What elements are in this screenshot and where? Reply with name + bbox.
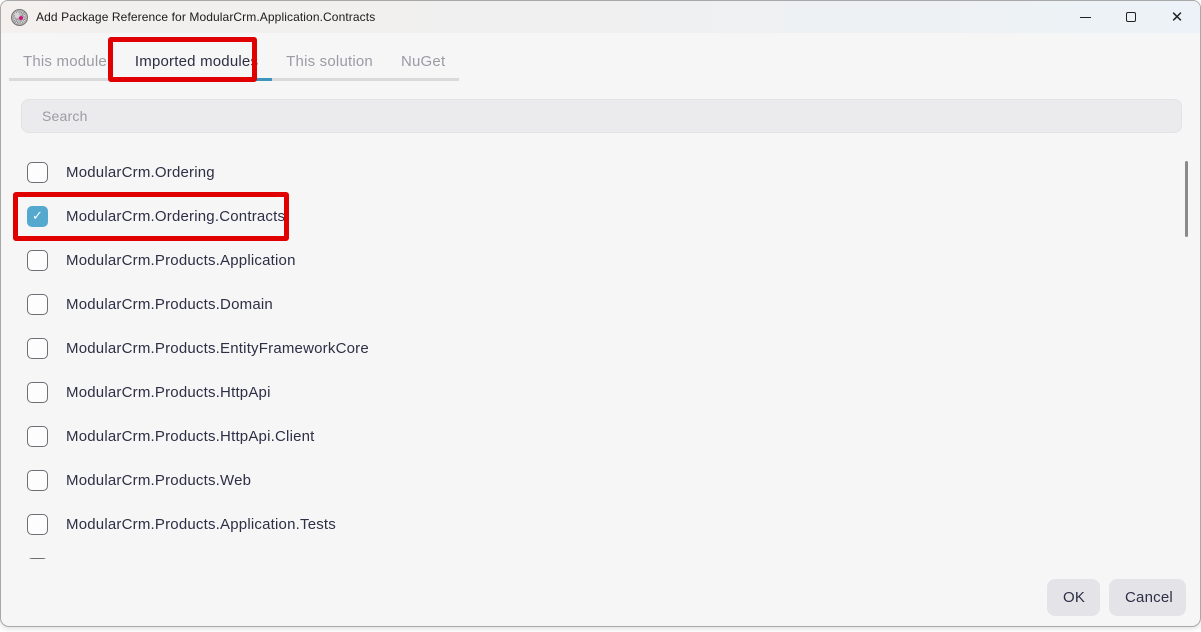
package-row[interactable]: ModularCrm.Ordering bbox=[1, 150, 1181, 194]
tab-bar: This moduleImported modulesThis solution… bbox=[1, 33, 1200, 81]
package-name: ModularCrm.Products.Application.Tests bbox=[66, 516, 336, 533]
package-row[interactable]: ModularCrm.Products.Web bbox=[1, 458, 1181, 502]
package-row[interactable]: ModularCrm.Products.EntityFrameworkCore bbox=[1, 326, 1181, 370]
window-title: Add Package Reference for ModularCrm.App… bbox=[36, 10, 375, 24]
checkbox-unchecked-icon[interactable] bbox=[27, 338, 48, 359]
ok-button[interactable]: OK bbox=[1047, 579, 1100, 616]
search-input[interactable] bbox=[21, 99, 1182, 133]
abp-studio-globe-icon bbox=[11, 9, 28, 26]
checkbox-unchecked-icon[interactable] bbox=[27, 426, 48, 447]
checkbox-checked-icon[interactable]: ✓ bbox=[27, 206, 48, 227]
package-row[interactable]: ModularCrm.Products.HttpApi.Client bbox=[1, 414, 1181, 458]
package-name: ModularCrm.Products.HttpApi.Client bbox=[66, 428, 315, 445]
close-icon: ✕ bbox=[1171, 10, 1184, 25]
checkbox-unchecked-icon[interactable] bbox=[27, 382, 48, 403]
checkbox-unchecked-icon[interactable] bbox=[27, 250, 48, 271]
checkbox-unchecked-icon[interactable] bbox=[27, 294, 48, 315]
add-package-reference-dialog: Add Package Reference for ModularCrm.App… bbox=[0, 0, 1201, 627]
package-row[interactable]: ModularCrm.Products.HttpApi bbox=[1, 370, 1181, 414]
checkbox-unchecked-icon[interactable] bbox=[27, 162, 48, 183]
dialog-footer: OK Cancel bbox=[1047, 579, 1186, 616]
package-name: ModularCrm.Products.Application bbox=[66, 252, 296, 269]
package-name: ModularCrm.Ordering.Contracts bbox=[66, 208, 285, 225]
package-name: ModularCrm.Products.Domain bbox=[66, 296, 273, 313]
maximize-icon bbox=[1126, 12, 1136, 22]
package-name: ModularCrm.Products.Web bbox=[66, 472, 251, 489]
tab-nuget[interactable]: NuGet bbox=[387, 43, 459, 81]
checkbox-unchecked-icon[interactable] bbox=[27, 514, 48, 535]
search-area bbox=[1, 81, 1200, 141]
tab-this-solution[interactable]: This solution bbox=[272, 43, 387, 81]
package-name: ModularCrm.Products.HttpApi bbox=[66, 384, 271, 401]
window-controls: ✕ bbox=[1062, 1, 1200, 33]
tab-imported-modules[interactable]: Imported modules bbox=[121, 43, 272, 81]
checkbox-unchecked-icon[interactable] bbox=[27, 558, 48, 560]
package-row[interactable]: ModularCrm.Products.Application bbox=[1, 238, 1181, 282]
checkbox-unchecked-icon[interactable] bbox=[27, 470, 48, 491]
maximize-button[interactable] bbox=[1108, 1, 1154, 33]
package-row[interactable]: ✓ ModularCrm.Ordering.Contracts bbox=[1, 194, 1181, 238]
package-name: ModularCrm.Ordering bbox=[66, 164, 215, 181]
minimize-icon bbox=[1080, 17, 1091, 18]
close-button[interactable]: ✕ bbox=[1154, 1, 1200, 33]
package-name: ModularCrm.Products.EntityFrameworkCore bbox=[66, 340, 369, 357]
package-row[interactable]: ModularCrm.Products.Application.Tests bbox=[1, 502, 1181, 546]
tab-this-module[interactable]: This module bbox=[9, 43, 121, 81]
package-row[interactable]: ModularCrm.Products.Domain bbox=[1, 282, 1181, 326]
vertical-scrollbar[interactable] bbox=[1185, 161, 1188, 237]
title-bar: Add Package Reference for ModularCrm.App… bbox=[1, 1, 1200, 33]
minimize-button[interactable] bbox=[1062, 1, 1108, 33]
package-row[interactable]: ModularCrm.Products.Domain.Tests bbox=[1, 546, 1181, 559]
package-list[interactable]: ModularCrm.Ordering ✓ ModularCrm.Ordering.… bbox=[1, 141, 1181, 559]
cancel-button[interactable]: Cancel bbox=[1109, 579, 1186, 616]
